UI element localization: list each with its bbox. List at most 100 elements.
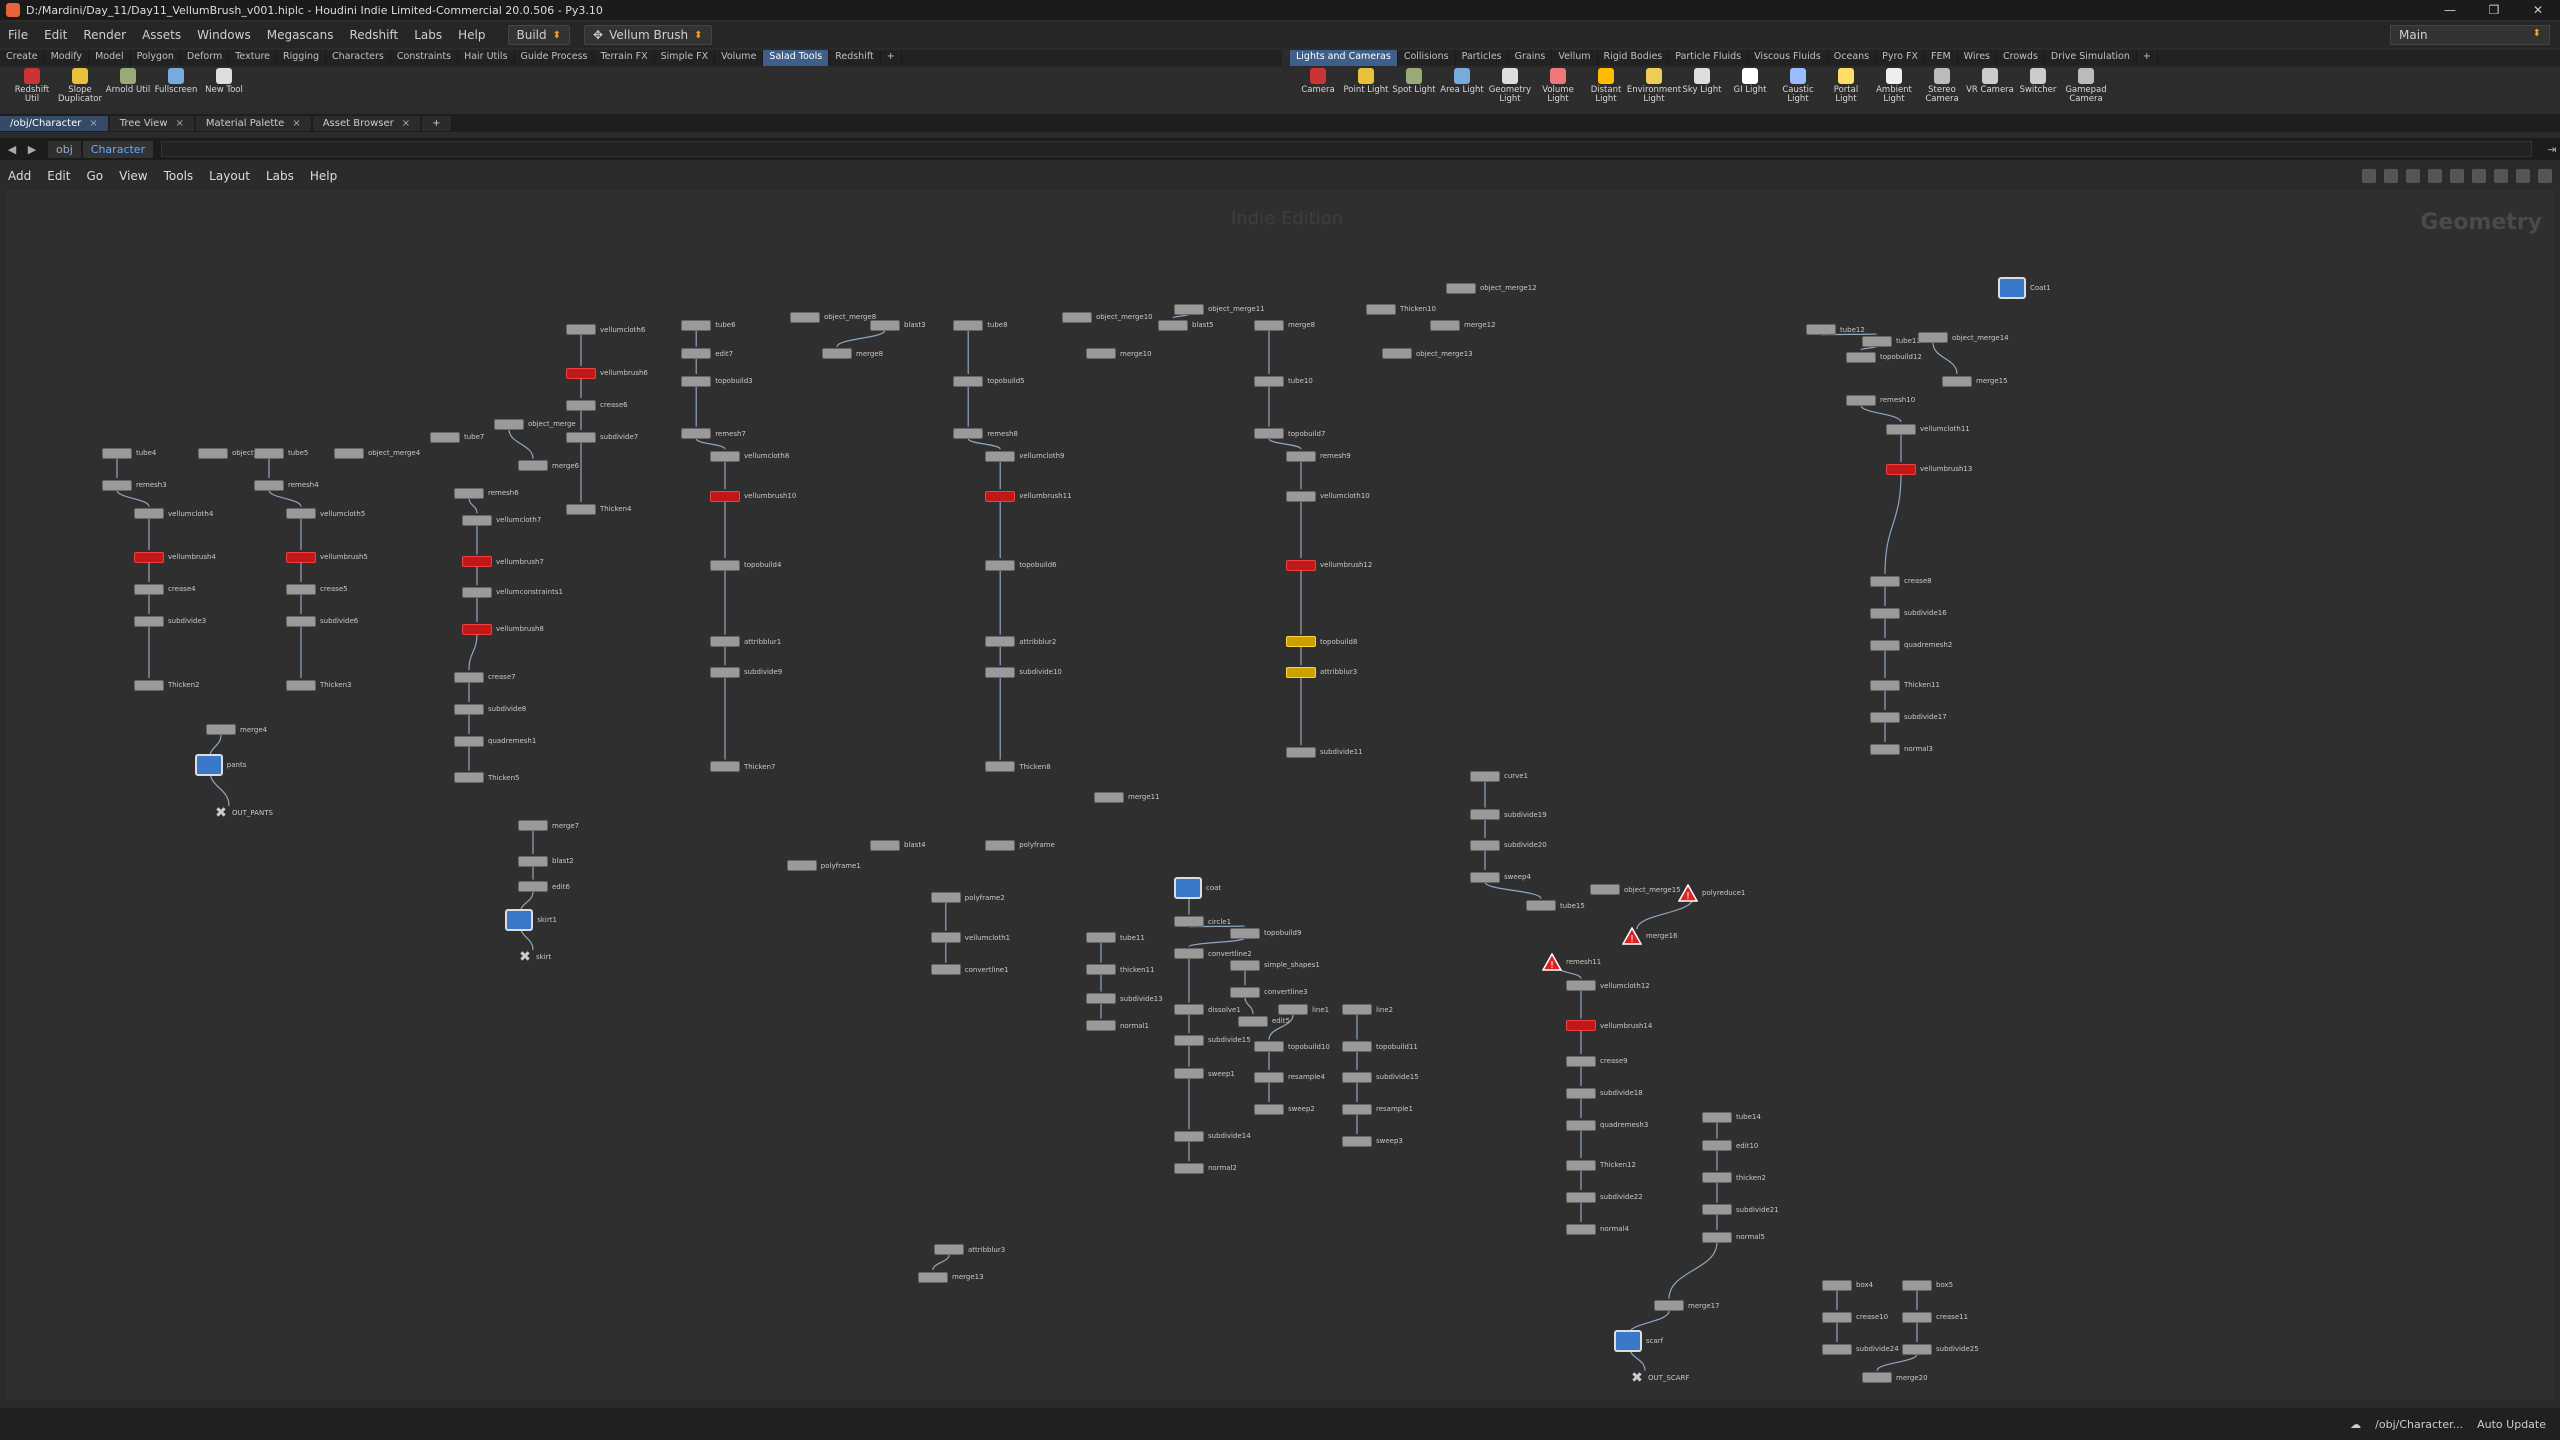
node-object-merge10[interactable]: object_merge10 — [1062, 310, 1153, 324]
node-edit7[interactable]: edit7 — [681, 347, 733, 361]
forward-icon[interactable]: ▶ — [24, 143, 40, 156]
node-merge13[interactable]: merge13 — [918, 1270, 984, 1284]
shelf-tab-viscous-fluids[interactable]: Viscous Fluids — [1748, 50, 1828, 66]
node-merge16[interactable]: ! merge16 — [1621, 926, 1678, 945]
node-body[interactable] — [1062, 311, 1092, 323]
node-body[interactable] — [566, 503, 596, 515]
magnify-icon[interactable] — [2516, 169, 2530, 183]
node-body[interactable] — [786, 860, 817, 872]
node-body[interactable] — [681, 319, 712, 331]
node-body[interactable]: ✖ — [518, 950, 532, 964]
node-body[interactable]: ! — [1621, 926, 1643, 945]
node-body[interactable] — [1702, 1231, 1732, 1243]
node-remesh8[interactable]: remesh8 — [953, 427, 1018, 441]
shelf-tool-point-light[interactable]: Point Light — [1342, 68, 1390, 95]
add-tab-button[interactable]: + — [422, 115, 451, 131]
node-normal1[interactable]: normal1 — [1086, 1019, 1149, 1033]
node-body[interactable] — [1254, 1041, 1284, 1053]
shelf-tool-redshift-util[interactable]: Redshift Util — [8, 68, 56, 104]
node-body[interactable] — [254, 447, 284, 459]
node-body[interactable] — [1086, 348, 1116, 360]
node-crease11[interactable]: crease11 — [1902, 1310, 1968, 1324]
node-vellumbrush11[interactable]: vellumbrush11 — [985, 489, 1072, 503]
node-body[interactable] — [822, 348, 852, 360]
path-field[interactable] — [161, 141, 2532, 157]
node-body[interactable] — [681, 348, 712, 360]
node-body[interactable] — [1174, 877, 1202, 900]
node-body[interactable] — [1254, 375, 1284, 387]
shelf-tool-slope-duplicator[interactable]: Slope Duplicator — [56, 68, 104, 104]
node-body[interactable] — [1254, 319, 1284, 331]
node-body[interactable] — [1870, 607, 1900, 619]
node-vellumbrush12[interactable]: vellumbrush12 — [1286, 558, 1372, 572]
node-coat[interactable]: coat — [1174, 877, 1221, 900]
node-body[interactable] — [198, 447, 228, 459]
node-blast5[interactable]: blast5 — [1158, 318, 1214, 332]
node-body[interactable] — [1286, 559, 1316, 571]
node-subdivide9[interactable]: subdivide9 — [710, 665, 782, 679]
node-vellumcloth10[interactable]: vellumcloth10 — [1286, 489, 1370, 503]
node-body[interactable] — [1566, 1191, 1596, 1203]
node-subdivide21[interactable]: subdivide21 — [1702, 1203, 1779, 1217]
node-topobuild3[interactable]: topobuild3 — [681, 374, 753, 388]
node-body[interactable] — [710, 666, 740, 678]
node-body[interactable] — [1822, 1343, 1852, 1355]
node-body[interactable] — [1470, 809, 1500, 821]
node-body[interactable] — [1870, 743, 1900, 755]
node-body[interactable] — [1614, 1330, 1642, 1352]
node-body[interactable] — [1382, 348, 1412, 360]
node-subdivide13[interactable]: subdivide13 — [1086, 992, 1163, 1006]
node-tube14[interactable]: tube14 — [1702, 1110, 1761, 1124]
node-subdivide17[interactable]: subdivide17 — [1870, 710, 1947, 724]
node-body[interactable] — [1286, 666, 1316, 678]
node-vellumcloth5[interactable]: vellumcloth5 — [286, 507, 365, 521]
node-remesh6[interactable]: remesh6 — [454, 486, 519, 500]
node-attribblur2[interactable]: attribblur2 — [985, 635, 1056, 649]
shelf-tool-arnold-util[interactable]: Arnold Util — [104, 68, 152, 95]
node-normal4[interactable]: normal4 — [1566, 1222, 1629, 1236]
node-body[interactable] — [134, 583, 164, 595]
menu-help[interactable]: Help — [450, 28, 493, 42]
node-body[interactable] — [710, 761, 740, 773]
node-body[interactable] — [454, 735, 484, 747]
node-thicken3[interactable]: Thicken3 — [286, 678, 352, 692]
node-body[interactable] — [1870, 639, 1900, 651]
shelf-tab-pyro-fx[interactable]: Pyro FX — [1876, 50, 1925, 66]
node-thicken5[interactable]: Thicken5 — [454, 771, 520, 785]
shelf-tool-portal-light[interactable]: Portal Light — [1822, 68, 1870, 104]
node-body[interactable] — [985, 839, 1016, 851]
node-quadremesh3[interactable]: quadremesh3 — [1566, 1118, 1648, 1132]
node-body[interactable] — [454, 772, 484, 784]
node-body[interactable] — [870, 839, 900, 851]
node-vellumcloth7[interactable]: vellumcloth7 — [462, 513, 541, 527]
node-body[interactable] — [1470, 839, 1500, 851]
node-body[interactable] — [1086, 1020, 1116, 1032]
node-topobuild9[interactable]: topobuild9 — [1230, 926, 1301, 940]
net-menu-tools[interactable]: Tools — [156, 169, 202, 183]
node-vellumbrush14[interactable]: vellumbrush14 — [1566, 1019, 1652, 1033]
node-body[interactable] — [1174, 948, 1204, 960]
tab-obj-character[interactable]: /obj/Character × — [0, 115, 108, 131]
node-tube10[interactable]: tube10 — [1254, 374, 1313, 388]
close-icon[interactable]: × — [176, 118, 184, 129]
add-shelf-tab-button[interactable]: + — [881, 50, 902, 66]
node-topobuild7[interactable]: topobuild7 — [1254, 427, 1325, 441]
node-body[interactable] — [710, 559, 740, 571]
tab-tree-view[interactable]: Tree View × — [109, 115, 194, 131]
path-root[interactable]: obj — [48, 140, 81, 158]
node-body[interactable] — [1174, 916, 1204, 928]
node-body[interactable] — [1086, 964, 1116, 976]
node-body[interactable] — [1846, 394, 1876, 406]
node-blast2[interactable]: blast2 — [518, 854, 574, 868]
net-menu-layout[interactable]: Layout — [201, 169, 258, 183]
node-body[interactable] — [1254, 1103, 1284, 1115]
shelf-tool-volume-light[interactable]: Volume Light — [1534, 68, 1582, 104]
shelf-tab-rigging[interactable]: Rigging — [277, 50, 327, 66]
node-body[interactable] — [710, 636, 740, 648]
node-body[interactable] — [1470, 770, 1500, 782]
node-body[interactable] — [1174, 1162, 1204, 1174]
node-vellumbrush10[interactable]: vellumbrush10 — [710, 489, 796, 503]
node-tube11[interactable]: tube11 — [1086, 931, 1145, 945]
node-body[interactable]: ✖ — [214, 806, 228, 820]
node-vellumbrush7[interactable]: vellumbrush7 — [462, 555, 544, 569]
